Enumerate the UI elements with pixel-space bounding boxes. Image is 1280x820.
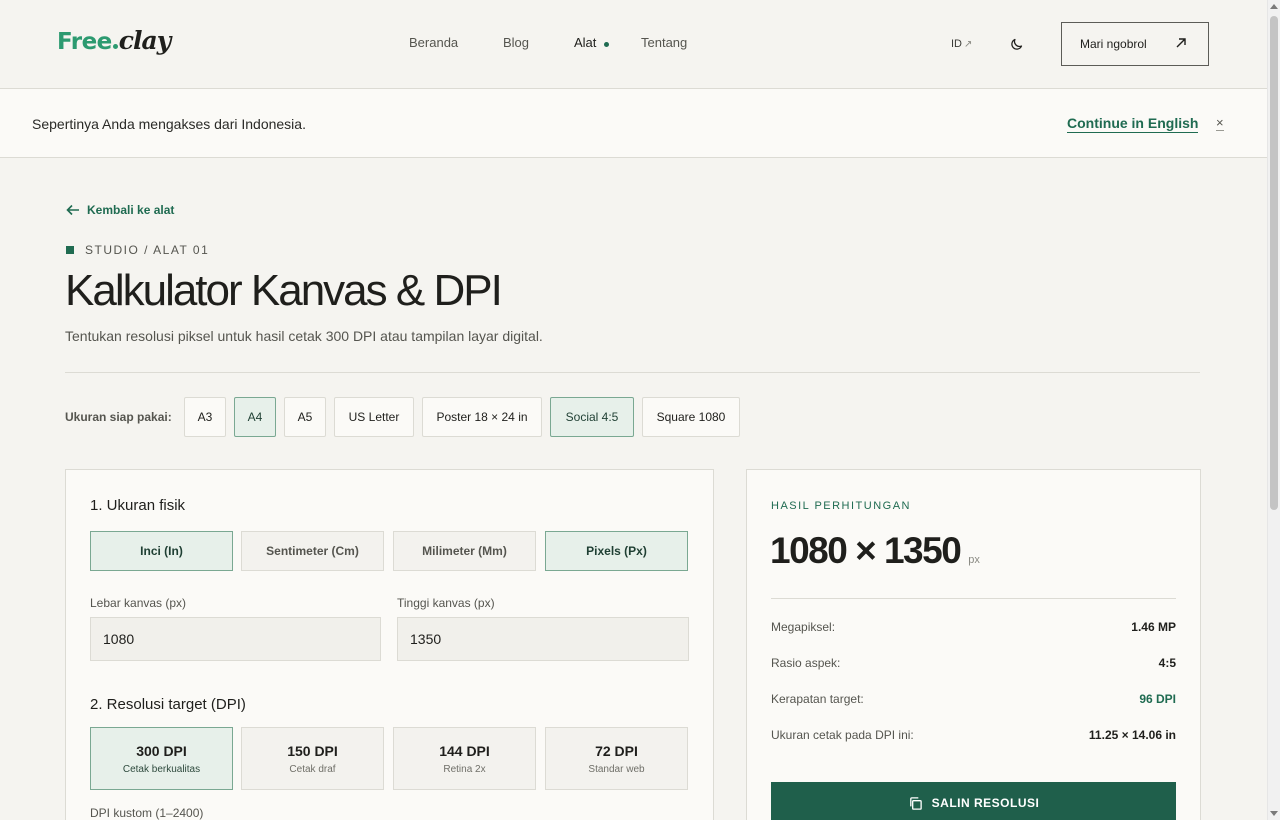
close-banner-button[interactable]: × bbox=[1216, 116, 1224, 131]
page-eyebrow: STUDIO / ALAT 01 bbox=[66, 243, 209, 257]
width-input[interactable] bbox=[90, 617, 381, 661]
nav-item-beranda[interactable]: Beranda bbox=[409, 35, 458, 50]
preset-social-4-5[interactable]: Social 4:5 bbox=[550, 397, 634, 437]
preset-us-letter[interactable]: US Letter bbox=[334, 397, 414, 437]
presets-label: Ukuran siap pakai: bbox=[65, 410, 172, 424]
physical-size-title: 1. Ukuran fisik bbox=[90, 497, 186, 514]
height-label: Tinggi kanvas (px) bbox=[397, 596, 495, 610]
back-link-label: Kembali ke alat bbox=[87, 203, 175, 217]
copy-resolution-button[interactable]: SALIN RESOLUSI bbox=[771, 782, 1176, 820]
nav-item-tentang[interactable]: Tentang bbox=[641, 35, 687, 50]
result-value: 1080 × 1350 bbox=[770, 530, 962, 571]
unit-inch-button[interactable]: Inci (In) bbox=[90, 531, 233, 571]
preset-a4[interactable]: A4 bbox=[234, 397, 276, 437]
height-input[interactable] bbox=[397, 617, 689, 661]
stat-megapixel-value: 1.46 MP bbox=[1131, 620, 1176, 634]
page-title: Kalkulator Kanvas & DPI bbox=[65, 266, 503, 315]
back-to-tools-link[interactable]: Kembali ke alat bbox=[66, 203, 174, 217]
arrow-left-icon bbox=[66, 204, 79, 216]
dpi-section-title: 2. Resolusi target (DPI) bbox=[90, 696, 246, 713]
dpi-option-value: 144 DPI bbox=[439, 742, 490, 759]
copy-button-label: SALIN RESOLUSI bbox=[931, 796, 1040, 810]
width-label: Lebar kanvas (px) bbox=[90, 596, 187, 610]
dpi-option-value: 150 DPI bbox=[287, 742, 338, 759]
dpi-option-desc: Cetak draf bbox=[289, 763, 336, 775]
custom-dpi-label: DPI kustom (1–2400) bbox=[90, 806, 204, 820]
preset-a5[interactable]: A5 bbox=[284, 397, 326, 437]
stat-megapixel-label: Megapiksel: bbox=[771, 620, 836, 634]
dpi-option-desc: Retina 2x bbox=[443, 763, 486, 775]
external-arrow-icon: ↗ bbox=[964, 39, 973, 50]
dpi-option-desc: Standar web bbox=[588, 763, 645, 775]
result-resolution: 1080 × 1350 px bbox=[770, 530, 980, 572]
preset-poster[interactable]: Poster 18 × 24 in bbox=[422, 397, 542, 437]
dpi-option-150[interactable]: 150 DPI Cetak draf bbox=[241, 727, 384, 790]
preset-square-1080[interactable]: Square 1080 bbox=[642, 397, 740, 437]
site-header: Free clay Beranda Blog Alat Tentang ID ↗ … bbox=[0, 0, 1267, 89]
arrow-up-right-icon bbox=[1176, 38, 1186, 48]
scrollbar-thumb[interactable] bbox=[1270, 16, 1278, 510]
contact-button[interactable]: Mari ngobrol bbox=[1061, 22, 1209, 66]
eyebrow-square-icon bbox=[66, 246, 74, 254]
moon-icon bbox=[1010, 38, 1022, 50]
stat-density-value: 96 DPI bbox=[1139, 692, 1176, 706]
dpi-option-value: 72 DPI bbox=[595, 742, 638, 759]
section-divider bbox=[65, 372, 1200, 373]
continue-english-link[interactable]: Continue in English bbox=[1067, 115, 1199, 133]
result-divider bbox=[771, 598, 1176, 599]
stat-print-size-value: 11.25 × 14.06 in bbox=[1088, 728, 1176, 742]
scroll-down-arrow-icon[interactable] bbox=[1270, 811, 1278, 816]
dpi-option-72[interactable]: 72 DPI Standar web bbox=[545, 727, 688, 790]
active-nav-indicator bbox=[604, 42, 609, 47]
logo-free: Free bbox=[57, 29, 112, 55]
result-eyebrow: HASIL PERHITUNGAN bbox=[771, 500, 912, 512]
scroll-up-arrow-icon[interactable] bbox=[1270, 4, 1278, 9]
nav-item-blog[interactable]: Blog bbox=[503, 35, 529, 50]
copy-icon bbox=[909, 796, 922, 810]
logo[interactable]: Free clay bbox=[57, 26, 171, 60]
page-scrollbar[interactable] bbox=[1267, 0, 1280, 820]
dpi-option-desc: Cetak berkualitas bbox=[122, 763, 201, 775]
theme-toggle-button[interactable] bbox=[1006, 34, 1026, 54]
unit-cm-button[interactable]: Sentimeter (Cm) bbox=[241, 531, 384, 571]
page-subtitle: Tentukan resolusi piksel untuk hasil cet… bbox=[65, 328, 543, 344]
result-card bbox=[746, 469, 1201, 820]
dpi-option-value: 300 DPI bbox=[136, 742, 187, 759]
preset-a3[interactable]: A3 bbox=[184, 397, 226, 437]
locale-banner-text: Sepertinya Anda mengakses dari Indonesia… bbox=[32, 116, 306, 132]
locale-banner: Sepertinya Anda mengakses dari Indonesia… bbox=[0, 89, 1267, 158]
contact-button-label: Mari ngobrol bbox=[1080, 37, 1147, 51]
stat-density-label: Kerapatan target: bbox=[771, 692, 864, 706]
unit-px-button[interactable]: Pixels (Px) bbox=[545, 531, 688, 571]
logo-clay: clay bbox=[118, 26, 171, 55]
logo-dot bbox=[112, 44, 118, 49]
language-switch[interactable]: ID ↗ bbox=[951, 38, 972, 50]
dpi-option-144[interactable]: 144 DPI Retina 2x bbox=[393, 727, 536, 790]
eyebrow-text: STUDIO / ALAT 01 bbox=[85, 243, 210, 257]
stat-aspect-label: Rasio aspek: bbox=[771, 656, 841, 670]
stat-aspect-value: 4:5 bbox=[1158, 656, 1176, 670]
dpi-option-300[interactable]: 300 DPI Cetak berkualitas bbox=[90, 727, 233, 790]
stat-print-size-label: Ukuran cetak pada DPI ini: bbox=[771, 728, 914, 742]
nav-item-alat[interactable]: Alat bbox=[574, 35, 596, 50]
unit-mm-button[interactable]: Milimeter (Mm) bbox=[393, 531, 536, 571]
language-code: ID bbox=[951, 38, 962, 50]
result-unit: px bbox=[968, 554, 980, 566]
